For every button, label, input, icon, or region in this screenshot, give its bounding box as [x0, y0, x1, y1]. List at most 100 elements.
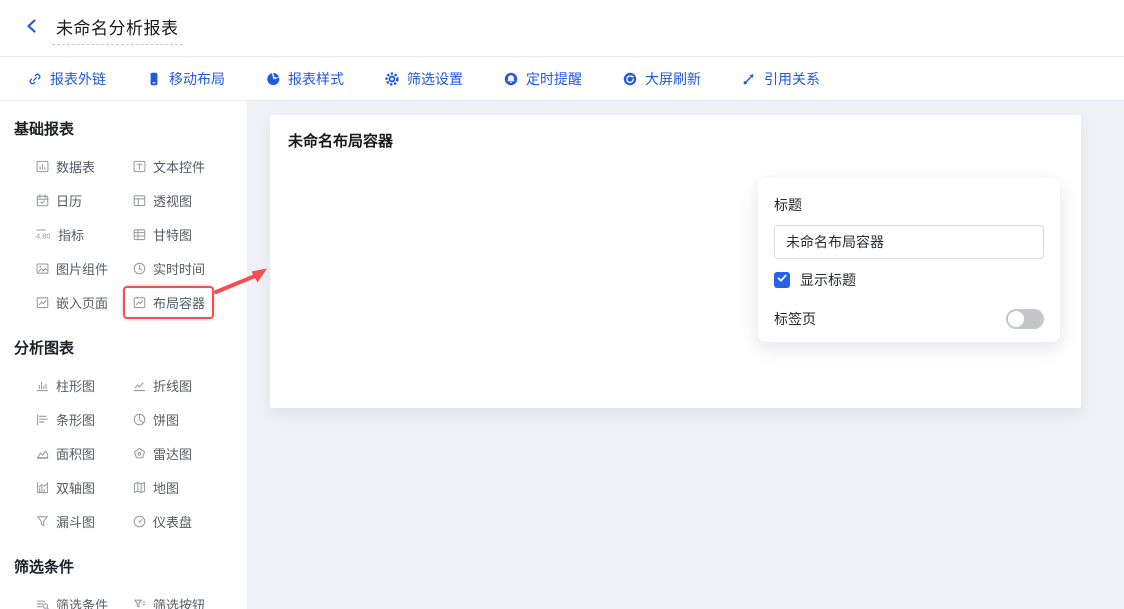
- sidebar-item-bar-chart[interactable]: 条形图: [33, 409, 97, 430]
- sidebar-item-filter-button[interactable]: 筛选按钮: [130, 594, 207, 609]
- sidebar-item-filter-condition[interactable]: 筛选条件: [33, 594, 110, 609]
- sidebar-item-pivot-table[interactable]: 透视图: [130, 190, 194, 211]
- toolbar-item-label: 筛选设置: [407, 69, 463, 89]
- sidebar-item-label: 条形图: [56, 410, 95, 429]
- sidebar-item-area-chart[interactable]: 面积图: [33, 443, 97, 464]
- refresh-icon: [622, 71, 638, 87]
- sidebar-item-label: 日历: [56, 191, 82, 210]
- sidebar-item-label: 数据表: [56, 157, 95, 176]
- report-title[interactable]: 未命名分析报表: [52, 12, 183, 45]
- sidebar-item-label: 布局容器: [153, 293, 205, 312]
- sidebar-item-label: 嵌入页面: [56, 293, 108, 312]
- clock-icon: [132, 261, 147, 276]
- container-title-input[interactable]: [774, 225, 1044, 259]
- sidebar-item-map[interactable]: 地图: [130, 477, 181, 498]
- bar-chart-icon: [35, 412, 50, 427]
- sidebar-item-label: 筛选条件: [56, 595, 108, 609]
- sidebar-item-text-widget[interactable]: 文本控件: [130, 156, 207, 177]
- line-chart-icon: [132, 378, 147, 393]
- toolbar-item-reference[interactable]: 引用关系: [741, 69, 820, 89]
- sidebar-item-label: 面积图: [56, 444, 95, 463]
- sidebar-item-label: 筛选按钮: [153, 595, 205, 609]
- pivot-table-icon: [132, 193, 147, 208]
- sidebar-item-label: 双轴图: [56, 478, 95, 497]
- title-field-label: 标题: [774, 195, 1044, 215]
- back-button[interactable]: [22, 18, 42, 38]
- sidebar-item-label: 文本控件: [153, 157, 205, 176]
- sidebar-section-title: 筛选条件: [14, 556, 247, 577]
- layout-container-title: 未命名布局容器: [270, 115, 1081, 166]
- sidebar-item-embed-page[interactable]: 嵌入页面: [33, 292, 110, 313]
- sidebar-item-layout-container[interactable]: 布局容器: [130, 292, 207, 313]
- container-settings-panel: 标题 显示标题 标签页: [758, 178, 1060, 342]
- page-header: 未命名分析报表: [0, 0, 1124, 57]
- link-icon: [27, 71, 43, 87]
- toolbar-item-pie-style[interactable]: 报表样式: [265, 69, 344, 89]
- sidebar-item-funnel-chart[interactable]: 漏斗图: [33, 511, 97, 532]
- data-table-icon: [35, 159, 50, 174]
- sidebar-item-column-chart[interactable]: 柱形图: [33, 375, 97, 396]
- toolbar-item-refresh[interactable]: 大屏刷新: [622, 69, 701, 89]
- sidebar-item-pie-chart[interactable]: 饼图: [130, 409, 181, 430]
- toolbar-item-label: 大屏刷新: [645, 69, 701, 89]
- sidebar-section: 分析图表柱形图 折线图条形图 饼图面积图 雷达图双轴图 地图漏斗图 仪表盘: [14, 337, 247, 532]
- image-icon: [35, 261, 50, 276]
- show-title-label: 显示标题: [800, 270, 856, 290]
- sidebar-item-indicator[interactable]: 4,80 指标: [33, 224, 86, 245]
- mobile-icon: [146, 71, 162, 87]
- reference-icon: [741, 71, 757, 87]
- toolbar-item-mobile[interactable]: 移动布局: [146, 69, 225, 89]
- embed-page-icon: [35, 295, 50, 310]
- svg-text:4,80: 4,80: [36, 232, 51, 241]
- sidebar-item-calendar[interactable]: 日历: [33, 190, 84, 211]
- widget-sidebar: 基础报表数据表 文本控件日历 透视图 4,80 指标 甘特图图片组件 实时时间嵌入页面 布局容…: [0, 101, 248, 609]
- sidebar-item-gauge[interactable]: 仪表盘: [130, 511, 194, 532]
- funnel-chart-icon: [35, 514, 50, 529]
- bell-icon: [503, 71, 519, 87]
- toolbar-item-label: 引用关系: [764, 69, 820, 89]
- dual-axis-icon: [35, 480, 50, 495]
- indicator-icon: 4,80: [35, 227, 52, 242]
- canvas-area: 未命名布局容器 标题 显示标题 标签页: [248, 101, 1124, 609]
- sidebar-item-label: 折线图: [153, 376, 192, 395]
- column-chart-icon: [35, 378, 50, 393]
- sidebar-item-label: 地图: [153, 478, 179, 497]
- toolbar-item-label: 移动布局: [169, 69, 225, 89]
- toolbar-item-bell[interactable]: 定时提醒: [503, 69, 582, 89]
- sidebar-item-gantt[interactable]: 甘特图: [130, 224, 194, 245]
- chevron-left-icon: [24, 18, 40, 39]
- map-icon: [132, 480, 147, 495]
- toolbar-item-label: 报表样式: [288, 69, 344, 89]
- sidebar-section-title: 基础报表: [14, 118, 247, 139]
- sidebar-item-radar-chart[interactable]: 雷达图: [130, 443, 194, 464]
- sidebar-item-data-table[interactable]: 数据表: [33, 156, 97, 177]
- sidebar-item-image[interactable]: 图片组件: [33, 258, 110, 279]
- radar-chart-icon: [132, 446, 147, 461]
- sidebar-section: 筛选条件筛选条件筛选按钮: [14, 556, 247, 609]
- pie-style-icon: [265, 71, 281, 87]
- check-icon: [776, 271, 788, 289]
- gauge-icon: [132, 514, 147, 529]
- tabs-toggle[interactable]: [1006, 309, 1044, 329]
- filter-button-icon: [132, 597, 147, 609]
- pie-chart-icon: [132, 412, 147, 427]
- toggle-knob: [1008, 311, 1024, 327]
- sidebar-item-label: 甘特图: [153, 225, 192, 244]
- toolbar-item-gear[interactable]: 筛选设置: [384, 69, 463, 89]
- sidebar-item-line-chart[interactable]: 折线图: [130, 375, 194, 396]
- sidebar-item-label: 仪表盘: [153, 512, 192, 531]
- sidebar-item-label: 图片组件: [56, 259, 108, 278]
- sidebar-section-title: 分析图表: [14, 337, 247, 358]
- sidebar-item-label: 指标: [58, 225, 84, 244]
- sidebar-item-label: 饼图: [153, 410, 179, 429]
- toolbar-item-label: 定时提醒: [526, 69, 582, 89]
- calendar-icon: [35, 193, 50, 208]
- sidebar-item-label: 柱形图: [56, 376, 95, 395]
- tabs-label: 标签页: [774, 309, 816, 329]
- show-title-checkbox[interactable]: [774, 272, 790, 288]
- sidebar-item-clock[interactable]: 实时时间: [130, 258, 207, 279]
- toolbar-item-link[interactable]: 报表外链: [27, 69, 106, 89]
- text-widget-icon: [132, 159, 147, 174]
- gear-icon: [384, 71, 400, 87]
- sidebar-item-dual-axis[interactable]: 双轴图: [33, 477, 97, 498]
